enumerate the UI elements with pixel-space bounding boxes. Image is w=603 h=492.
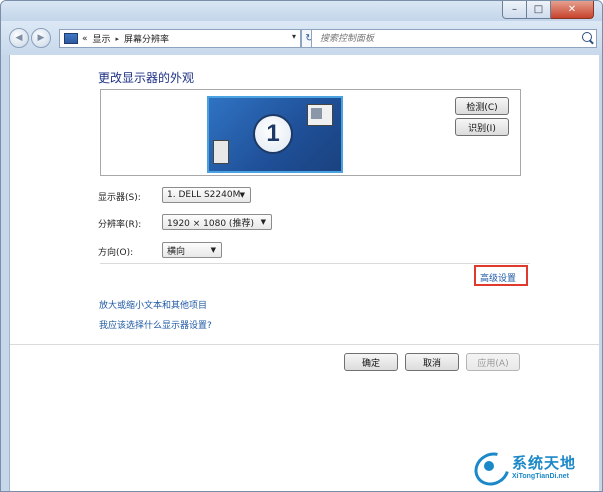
divider [100,263,530,264]
display-select-value: 1. DELL S2240M [167,190,241,200]
monitor-side-thumbnail-icon [213,140,229,164]
navigation-bar: ◀ ▶ « 显示 ▸ 屏幕分辨率 ▾ ↻ [1,21,602,55]
page-title: 更改显示器的外观 [98,71,195,85]
window: – □ ✕ ◀ ▶ « 显示 ▸ 屏幕分辨率 ▾ ↻ 更改显示器的外观 1 [0,0,603,492]
orientation-select-value: 横向 [167,246,186,257]
breadcrumb-separator-icon[interactable]: ▸ [116,35,120,43]
control-panel-icon [64,33,78,44]
watermark: 系统天地 XiTongTianDi.net [468,445,598,491]
display-help-link[interactable]: 我应该选择什么显示器设置? [99,318,212,331]
chevron-down-icon: ▼ [210,246,216,254]
address-bar[interactable]: « 显示 ▸ 屏幕分辨率 ▾ [59,29,301,48]
maximize-button[interactable]: □ [527,1,551,19]
display-preview: 1 检测(C) 识别(I) [100,89,521,176]
breadcrumb-resolution[interactable]: 屏幕分辨率 [124,32,169,45]
advanced-settings-link[interactable]: 高级设置 [480,271,516,284]
chevron-down-icon: ▼ [260,218,266,226]
forward-button[interactable]: ▶ [31,28,51,48]
main-content: 更改显示器的外观 1 检测(C) 识别(I) 显示器(S): 1. DELL S… [9,55,599,491]
minimize-button[interactable]: – [502,1,527,19]
search-input[interactable] [318,32,562,45]
resolution-select[interactable]: 1920 × 1080 (推荐) ▼ [162,214,272,230]
window-controls: – □ ✕ [502,1,594,19]
orientation-select[interactable]: 横向 ▼ [162,242,222,258]
search-icon[interactable] [582,32,592,42]
chevron-down-icon: ▼ [239,191,245,199]
resolution-select-value: 1920 × 1080 (推荐) [167,218,254,229]
monitor-thumbnail-icon [307,104,333,126]
bottom-divider [10,344,599,345]
monitor-1[interactable]: 1 [207,96,343,173]
title-bar: – □ ✕ [1,1,602,21]
enlarge-text-link[interactable]: 放大或缩小文本和其他项目 [99,298,207,311]
watermark-name: 系统天地 [512,454,577,472]
watermark-logo-icon [468,446,516,491]
detect-button[interactable]: 检测(C) [455,97,509,115]
back-arrow-icon: ◀ [15,33,23,43]
identify-button[interactable]: 识别(I) [455,118,509,136]
close-button[interactable]: ✕ [551,1,594,19]
cancel-button[interactable]: 取消 [405,353,459,371]
address-dropdown-icon[interactable]: ▾ [292,32,296,41]
forward-arrow-icon: ▶ [37,33,45,43]
watermark-text: 系统天地 XiTongTianDi.net [512,452,576,480]
display-select[interactable]: 1. DELL S2240M ▼ [162,187,251,203]
ok-button[interactable]: 确定 [344,353,398,371]
breadcrumb-display[interactable]: 显示 [93,32,111,45]
resolution-label: 分辨率(R): [98,220,142,230]
breadcrumb-overflow[interactable]: « [82,34,88,44]
search-box[interactable] [311,29,597,48]
watermark-domain: XiTongTianDi.net [512,473,569,480]
back-button[interactable]: ◀ [9,28,29,48]
display-label: 显示器(S): [98,193,141,203]
orientation-label: 方向(O): [98,248,134,258]
apply-button[interactable]: 应用(A) [466,353,520,371]
monitor-number-badge: 1 [253,114,293,154]
